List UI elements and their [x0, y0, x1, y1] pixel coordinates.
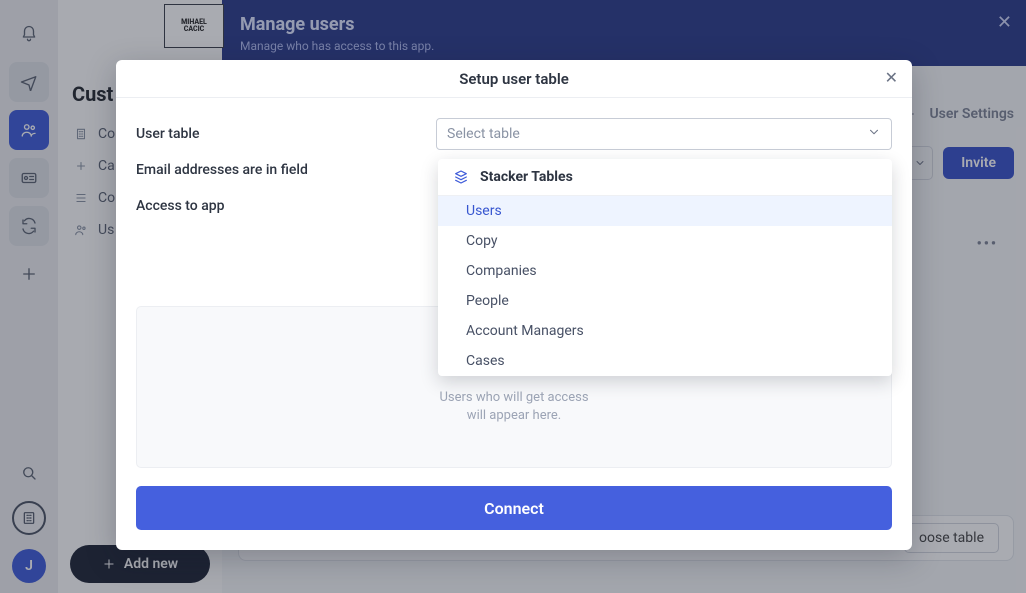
dropdown-option-account-managers[interactable]: Account Managers	[438, 316, 892, 346]
select-user-table[interactable]: Select table	[436, 118, 892, 150]
label-email-field: Email addresses are in field	[136, 162, 436, 178]
dropdown-option-users[interactable]: Users	[438, 196, 892, 226]
chevron-down-icon	[867, 125, 881, 143]
table-dropdown: Stacker Tables Users Copy Companies Peop…	[438, 159, 892, 376]
dropdown-option-companies[interactable]: Companies	[438, 256, 892, 286]
modal-header: Setup user table ✕	[116, 60, 912, 98]
modal-title: Setup user table	[459, 70, 569, 88]
preview-text-2: will appear here.	[467, 408, 561, 423]
select-placeholder: Select table	[447, 126, 520, 142]
dropdown-option-cases[interactable]: Cases	[438, 346, 892, 376]
connect-button[interactable]: Connect	[136, 486, 892, 530]
preview-text-1: Users who will get access	[439, 390, 588, 405]
dropdown-option-people[interactable]: People	[438, 286, 892, 316]
dropdown-header-label: Stacker Tables	[480, 169, 573, 185]
label-user-table: User table	[136, 126, 436, 142]
dropdown-option-copy[interactable]: Copy	[438, 226, 892, 256]
stacker-icon	[452, 168, 470, 186]
modal-close-icon[interactable]: ✕	[885, 68, 898, 87]
label-access: Access to app	[136, 198, 436, 214]
dropdown-group-header: Stacker Tables	[438, 159, 892, 196]
